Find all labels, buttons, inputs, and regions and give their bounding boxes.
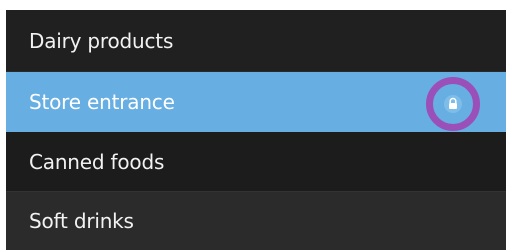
lock-icon[interactable] xyxy=(443,94,463,114)
list-item-label: Soft drinks xyxy=(29,209,134,233)
list-item-dairy-products[interactable]: Dairy products xyxy=(6,10,506,72)
list-item-store-entrance[interactable]: Store entrance xyxy=(6,72,506,132)
lock-highlight-ring xyxy=(426,77,480,131)
list-item-canned-foods[interactable]: Canned foods xyxy=(6,132,506,192)
list-item-soft-drinks[interactable]: Soft drinks xyxy=(6,192,506,250)
view-list-panel: Dairy products Store entrance Canned foo… xyxy=(6,10,506,250)
list-item-label: Canned foods xyxy=(29,149,165,174)
list-item-label: Store entrance xyxy=(29,90,175,114)
list-item-label: Dairy products xyxy=(29,28,174,53)
